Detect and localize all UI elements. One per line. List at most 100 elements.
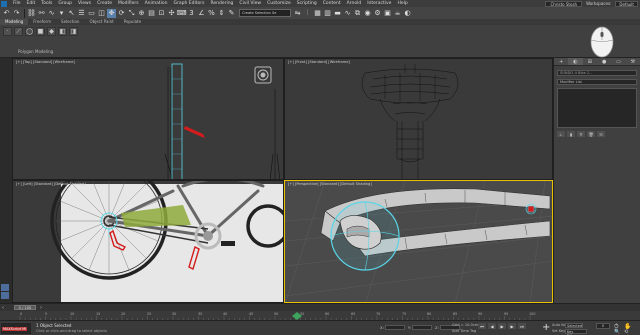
layout-tab-1[interactable] — [1, 284, 9, 291]
zoom-icon[interactable]: 🔍 — [614, 329, 620, 335]
y-field[interactable] — [412, 325, 432, 330]
vertex-mode-icon[interactable]: · — [3, 27, 12, 36]
edge-mode-icon[interactable]: ⟋ — [14, 27, 23, 36]
render-production-icon[interactable]: ☕ — [393, 9, 402, 18]
snaps-toggle-icon[interactable]: 3 — [187, 9, 196, 18]
layout-tab-2[interactable] — [1, 292, 9, 299]
pin-stack-icon[interactable]: ⊥ — [557, 131, 565, 137]
schematic-view-icon[interactable]: ⧉ — [353, 9, 362, 18]
motion-panel-icon[interactable]: ● — [597, 58, 611, 65]
render-activeshade-icon[interactable]: ◐ — [403, 9, 412, 18]
object-name-field[interactable]: SUNDO-4 Bike 2... — [557, 70, 637, 76]
selected-dropdown[interactable]: Selected — [565, 323, 583, 328]
coord-y[interactable]: Y: — [408, 325, 432, 330]
menu-group[interactable]: Group — [55, 1, 75, 6]
polygon-modeling-label[interactable]: Polygon Modeling — [18, 49, 53, 54]
menu-civil-view[interactable]: Civil View — [236, 1, 264, 6]
material-editor-icon[interactable]: ◉ — [363, 9, 372, 18]
polygon-mode-icon[interactable]: ■ — [36, 27, 45, 36]
previous-frame-icon[interactable]: ◀ — [488, 323, 496, 329]
toggle-ribbon-icon[interactable]: ▬ — [333, 9, 342, 18]
pivot-center-icon[interactable]: ⊡ — [157, 9, 166, 18]
selection-filter-icon[interactable]: ▾ — [57, 9, 66, 18]
utilities-panel-icon[interactable]: ⚒ — [626, 58, 640, 65]
render-setup-icon[interactable]: ⚙ — [373, 9, 382, 18]
play-icon[interactable]: ▶ — [498, 323, 506, 329]
select-move-icon[interactable]: ✥ — [107, 8, 116, 18]
toggle-layer-explorer-icon[interactable]: ▥ — [323, 9, 332, 18]
track-bar[interactable]: 0 5 10 15 20 25 30 35 40 45 50 55 60 65 … — [0, 311, 640, 320]
curve-editor-icon[interactable]: ∿ — [343, 9, 352, 18]
menu-customize[interactable]: Customize — [264, 1, 294, 6]
menu-graph-editors[interactable]: Graph Editors — [171, 1, 208, 6]
workspace-select[interactable]: Default — [615, 0, 638, 7]
menu-arnold[interactable]: Arnold — [344, 1, 365, 6]
menu-rendering[interactable]: Rendering — [207, 1, 236, 6]
spinner-snap-icon[interactable]: ⇕ — [217, 9, 226, 18]
align-icon[interactable]: ⫶ — [303, 9, 312, 18]
add-time-tag[interactable]: Add Time Tag — [452, 329, 476, 333]
menu-content[interactable]: Content — [320, 1, 344, 6]
select-rotate-icon[interactable]: ⟳ — [117, 9, 126, 18]
menu-interactive[interactable]: Interactive — [364, 1, 394, 6]
percent-snap-icon[interactable]: % — [207, 9, 216, 18]
menu-views[interactable]: Views — [75, 1, 94, 6]
remove-modifier-icon[interactable]: 🗑 — [587, 131, 595, 137]
menu-edit[interactable]: Edit — [24, 1, 39, 6]
go-to-start-icon[interactable]: ⏮ — [478, 323, 486, 329]
select-by-name-icon[interactable]: ☰ — [77, 9, 86, 18]
menu-tools[interactable]: Tools — [38, 1, 55, 6]
make-unique-icon[interactable]: ∀ — [577, 131, 585, 137]
rendered-frame-window-icon[interactable]: ▣ — [383, 9, 392, 18]
select-manipulate-icon[interactable]: ✣ — [167, 9, 176, 18]
go-to-end-icon[interactable]: ⏭ — [518, 323, 526, 329]
app-logo-icon[interactable] — [1, 0, 7, 7]
modifier-list-dropdown[interactable]: Modifier List — [557, 79, 637, 85]
keyframe-icon[interactable] — [292, 312, 302, 320]
reference-coord-icon[interactable]: ▤ — [147, 9, 156, 18]
modify-panel-icon[interactable]: ◐ — [568, 58, 583, 65]
menu-create[interactable]: Create — [94, 1, 115, 6]
viewport-top-label[interactable]: [+] [Top] [Standard] [Wireframe] — [16, 60, 75, 64]
select-scale-icon[interactable]: ⤡ — [127, 9, 136, 18]
menu-scripting[interactable]: Scripting — [294, 1, 320, 6]
bind-space-warp-icon[interactable]: ∿ — [47, 9, 56, 18]
link-icon[interactable]: ⛓ — [27, 9, 36, 18]
border-mode-icon[interactable]: ◯ — [25, 27, 34, 36]
viewport-front[interactable]: [+] [Front] [Standard] [Wireframe] — [284, 58, 553, 180]
coord-x[interactable]: X: — [380, 325, 405, 330]
current-frame-field[interactable]: 0 — [596, 323, 610, 329]
viewport-top[interactable]: [+] [Top] [Standard] [Wireframe] — [12, 58, 284, 180]
rect-selection-icon[interactable]: ▭ — [87, 9, 96, 18]
select-object-icon[interactable]: ↖ — [67, 9, 76, 18]
menu-modifiers[interactable]: Modifiers — [115, 1, 142, 6]
user-account[interactable]: Christo Stosh — [545, 0, 583, 7]
show-end-result-icon[interactable]: ◨ — [69, 27, 78, 36]
viewport-perspective[interactable]: [+] [Perspective] [Standard] [Default Sh… — [284, 180, 553, 303]
angle-snap-icon[interactable]: ∠ — [197, 9, 206, 18]
maxscript-listener[interactable]: MAXScript Mi — [1, 323, 31, 334]
redo-icon[interactable]: ↷ — [12, 9, 21, 18]
create-panel-icon[interactable]: + — [554, 58, 568, 65]
key-filters-button[interactable]: Key Filters... — [565, 329, 587, 335]
place-icon[interactable]: ⊕ — [137, 9, 146, 18]
viewport-perspective-label[interactable]: [+] [Perspective] [Standard] [Default Sh… — [288, 182, 372, 186]
modify-mode-icon[interactable]: ◧ — [58, 27, 67, 36]
menu-animation[interactable]: Animation — [142, 1, 171, 6]
x-field[interactable] — [384, 325, 405, 330]
configure-modifier-sets-icon[interactable]: ☷ — [597, 131, 605, 137]
next-frame-icon[interactable]: ▶ — [508, 323, 516, 329]
viewport-left[interactable]: [+] [Left] [Standard] [Default Shading] — [12, 180, 284, 303]
orbit-icon[interactable]: ⟲ — [624, 329, 628, 335]
menu-file[interactable]: File — [10, 1, 24, 6]
viewport-front-label[interactable]: [+] [Front] [Standard] [Wireframe] — [288, 60, 350, 64]
undo-icon[interactable]: ↶ — [2, 9, 11, 18]
hierarchy-panel-icon[interactable]: ⊞ — [583, 58, 597, 65]
display-panel-icon[interactable]: ▭ — [611, 58, 625, 65]
toggle-scene-explorer-icon[interactable]: ▦ — [313, 9, 322, 18]
menu-help[interactable]: Help — [394, 1, 410, 6]
element-mode-icon[interactable]: ◆ — [47, 27, 56, 36]
mirror-icon[interactable]: ⇋ — [293, 9, 302, 18]
viewport-left-label[interactable]: [+] [Left] [Standard] [Default Shading] — [16, 182, 86, 186]
set-key-label[interactable]: Set Key — [552, 329, 565, 333]
